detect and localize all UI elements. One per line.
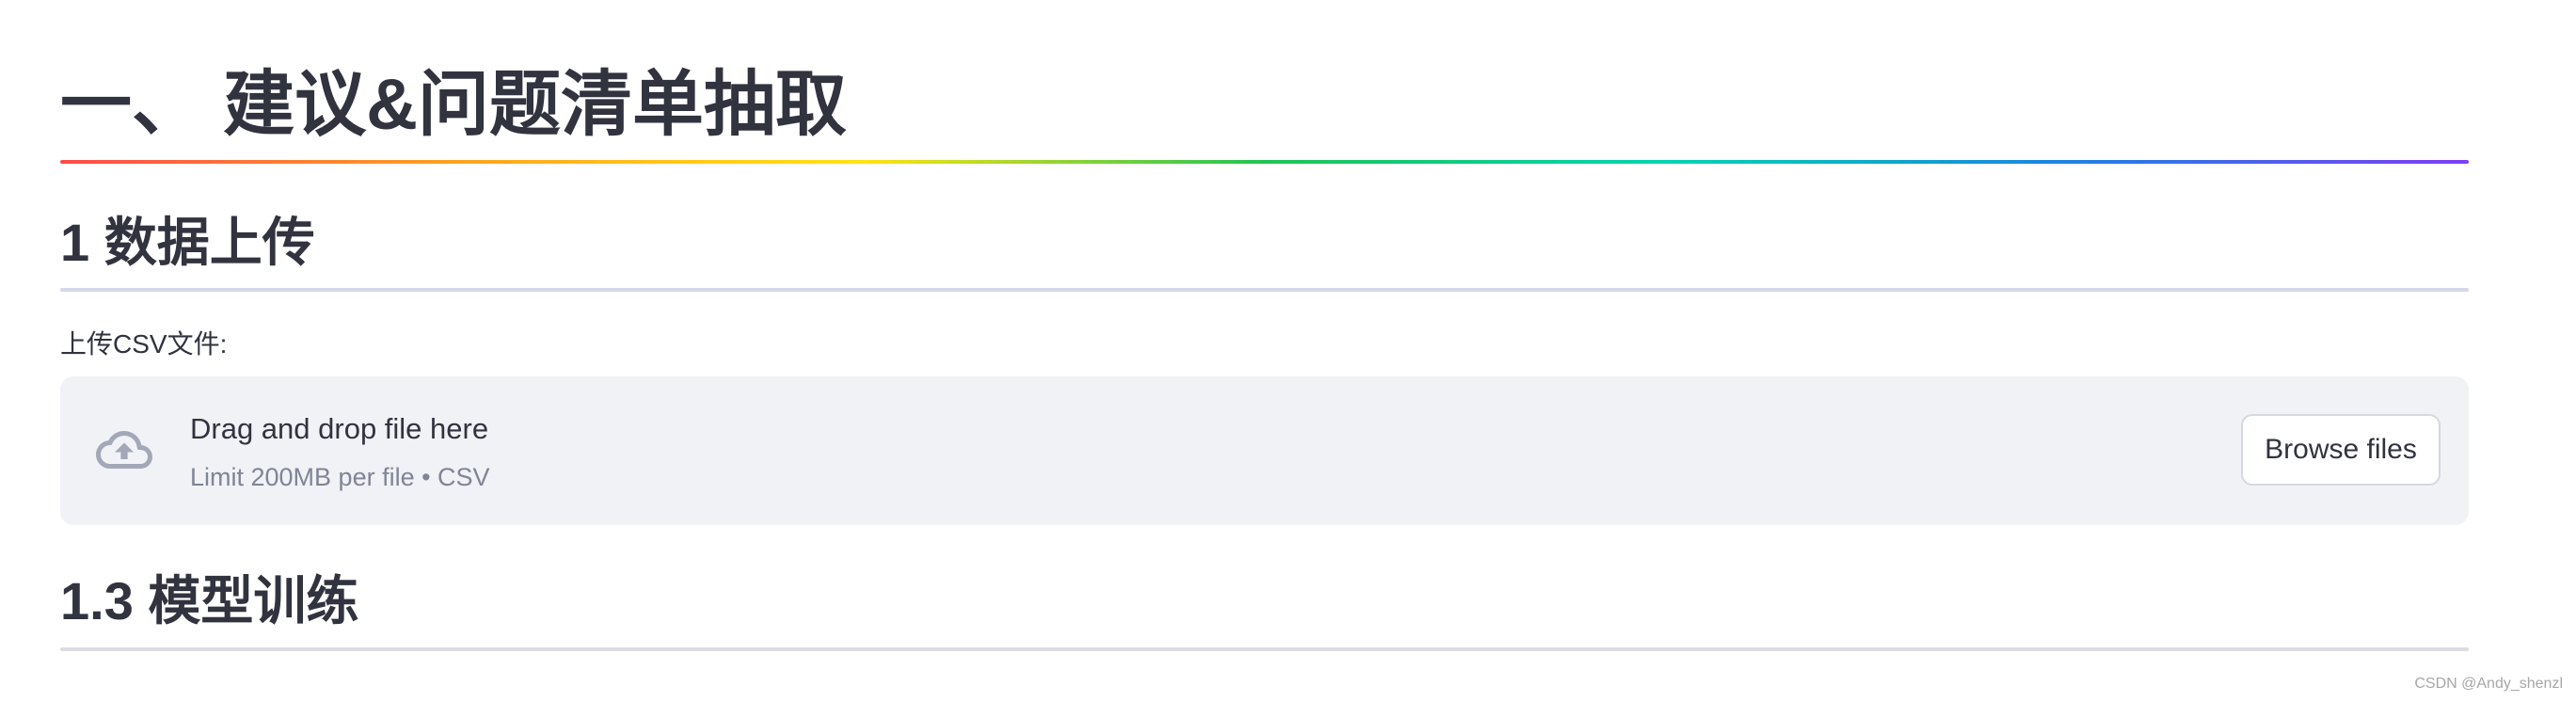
cloud-upload-icon	[96, 431, 152, 469]
section-divider	[60, 647, 2469, 651]
dropzone-instructions: Drag and drop file here	[190, 412, 489, 445]
section-heading-data-upload: 1 数据上传	[60, 213, 315, 272]
dropzone-limit-text: Limit 200MB per file • CSV	[190, 463, 490, 491]
file-dropzone[interactable]: Drag and drop file here Limit 200MB per …	[60, 376, 2469, 525]
file-uploader-label: 上传CSV文件:	[60, 329, 228, 359]
watermark: CSDN @Andy_shenzl	[2414, 676, 2563, 692]
page-title: 一、 建议&问题清单抽取	[60, 65, 847, 145]
title-rainbow-divider	[60, 160, 2469, 164]
section-divider	[60, 288, 2469, 292]
browse-files-button[interactable]: Browse files	[2241, 414, 2441, 486]
section-heading-model-training: 1.3 模型训练	[60, 571, 359, 630]
